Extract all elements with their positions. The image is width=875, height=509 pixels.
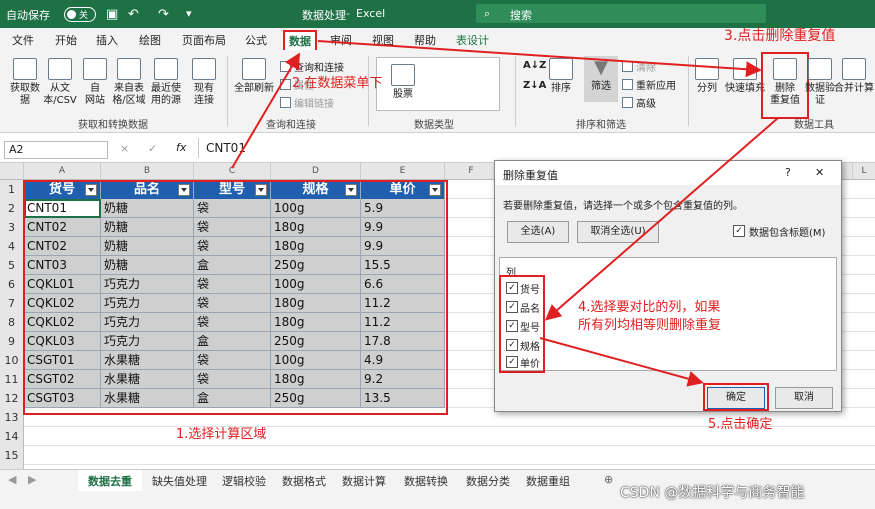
annotation-step3: 3.点击删除重复值 xyxy=(724,28,836,44)
annotation-step2: 2.在数据菜单下 xyxy=(292,76,383,91)
annotation-step5: 5.点击确定 xyxy=(708,417,773,432)
annotation-step4-line2: 所有列均相等则删除重复 xyxy=(578,318,722,333)
arrow-to-data-tab xyxy=(231,52,301,169)
annotation-step1: 1.选择计算区域 xyxy=(176,427,267,442)
arrow-to-columns xyxy=(544,117,779,321)
arrow-to-ok xyxy=(539,337,704,387)
annotation-step4-line1: 4.选择要对比的列，如果 xyxy=(578,300,721,315)
arrow-to-remove-duplicates xyxy=(317,40,762,78)
